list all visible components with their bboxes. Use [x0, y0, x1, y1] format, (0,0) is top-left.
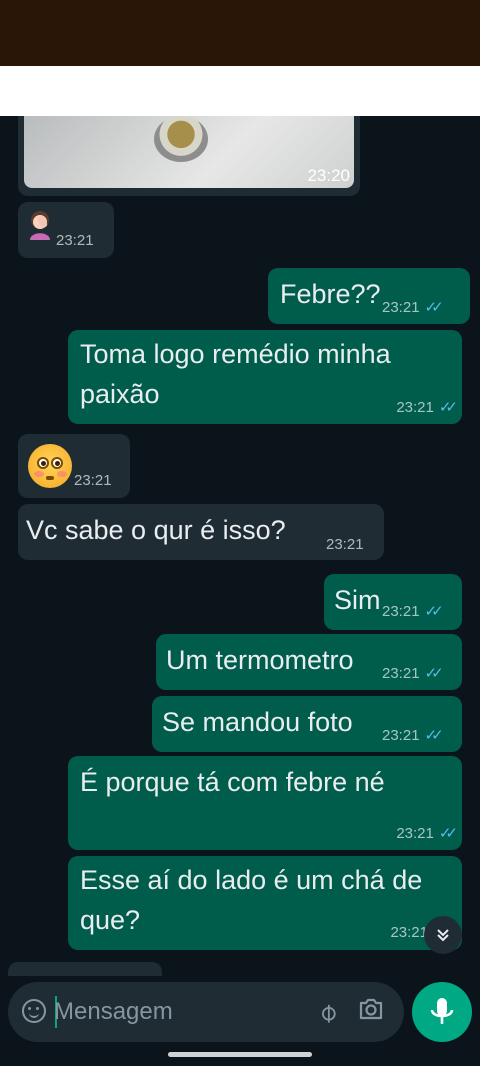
outgoing-message[interactable]: Febre?? 23:21 ✓✓: [268, 268, 470, 324]
scroll-to-bottom-button[interactable]: [424, 916, 462, 954]
message-text: Se mandou foto: [162, 707, 353, 737]
message-input[interactable]: [54, 994, 294, 1030]
photo-thumbnail[interactable]: [24, 116, 354, 188]
message-time: 23:21 ✓✓: [382, 299, 444, 316]
chat-area[interactable]: 23:20 23:21 Febre?? 23:21 ✓✓ Toma logo re…: [0, 116, 480, 976]
incoming-emoji-message[interactable]: 23:21: [18, 434, 130, 498]
incoming-message[interactable]: Vc sabe o qur é isso? 23:21: [18, 504, 384, 560]
outgoing-message[interactable]: Um termometro 23:21 ✓✓: [156, 634, 462, 690]
read-receipt-icon: ✓✓: [438, 399, 458, 416]
paperclip-icon[interactable]: ⌀: [304, 989, 351, 1036]
outgoing-message[interactable]: Toma logo remédio minha paixão 23:21 ✓✓: [68, 330, 462, 424]
photo-object: [154, 116, 208, 162]
chevron-double-down-icon: [437, 929, 449, 942]
person-facepalming-icon: [30, 211, 50, 240]
microphone-icon: [430, 998, 454, 1024]
message-text: Um termometro: [166, 645, 354, 675]
message-text: Febre??: [280, 279, 381, 309]
emoji-icon[interactable]: [22, 999, 46, 1023]
status-bar: [0, 0, 480, 66]
message-time: 23:21 ✓✓: [396, 399, 458, 416]
message-time: 23:20: [307, 166, 350, 185]
outgoing-message[interactable]: Esse aí do lado é um chá de que? 23:21: [68, 856, 462, 950]
camera-icon[interactable]: [358, 998, 384, 1020]
read-receipt-icon: ✓✓: [424, 299, 444, 316]
outgoing-message[interactable]: É porque tá com febre né 23:21 ✓✓: [68, 756, 462, 850]
message-composer[interactable]: ⌀: [8, 982, 404, 1042]
read-receipt-icon: ✓✓: [424, 603, 444, 620]
outgoing-message[interactable]: Se mandou foto 23:21 ✓✓: [152, 696, 462, 752]
message-text: Vc sabe o qur é isso?: [26, 515, 286, 545]
message-time: 23:21: [390, 924, 428, 941]
message-text: É porque tá com febre né: [80, 767, 385, 797]
message-time: 23:21 ✓✓: [382, 665, 444, 682]
incoming-photo-message[interactable]: 23:20: [18, 116, 360, 196]
message-time: 23:21 ✓✓: [382, 603, 444, 620]
message-time: 23:21 ✓✓: [382, 727, 444, 744]
message-text: Sim: [334, 585, 381, 615]
read-receipt-icon: ✓✓: [424, 665, 444, 682]
read-receipt-icon: ✓✓: [424, 727, 444, 744]
incoming-message-partial[interactable]: [8, 962, 162, 976]
incoming-emoji-message[interactable]: 23:21: [18, 202, 114, 258]
message-time: 23:21: [56, 232, 94, 249]
top-blank-bar: [0, 66, 480, 116]
read-receipt-icon: ✓✓: [438, 825, 458, 842]
microphone-button[interactable]: [412, 982, 472, 1042]
message-time: 23:21 ✓✓: [396, 825, 458, 842]
gesture-navigation-bar[interactable]: [168, 1052, 312, 1057]
flushed-face-icon: [28, 444, 72, 488]
outgoing-message[interactable]: Sim 23:21 ✓✓: [324, 574, 462, 630]
message-time: 23:21: [74, 472, 112, 489]
message-time: 23:21: [326, 536, 364, 553]
